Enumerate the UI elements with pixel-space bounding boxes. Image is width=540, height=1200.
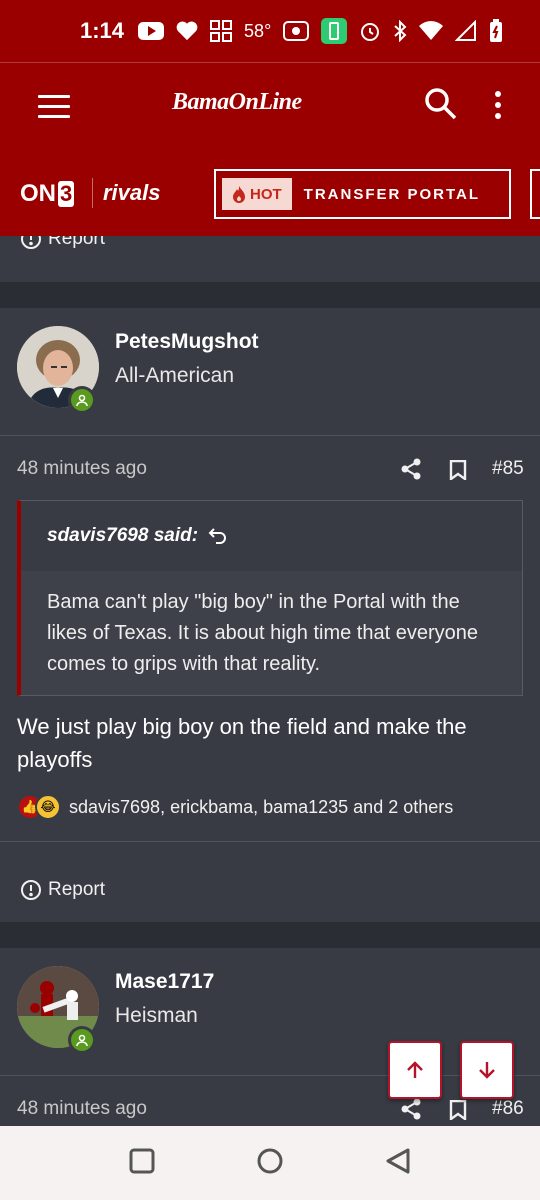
online-badge — [68, 1026, 96, 1054]
widget-icon — [210, 20, 233, 42]
status-bar: 1:14 58° — [0, 0, 540, 62]
thread-content: Report PetesMugshot All-American 48 minu… — [0, 236, 540, 1126]
post-body: We just play big boy on the field and ma… — [17, 714, 467, 772]
on3-logo[interactable]: ON 3 — [20, 180, 75, 208]
site-logo[interactable]: BamaOnLine — [172, 89, 302, 116]
menu-icon[interactable] — [38, 95, 70, 119]
square-icon[interactable] — [128, 1147, 156, 1180]
rivals-logo[interactable]: rivals — [103, 180, 161, 206]
search-icon[interactable] — [424, 87, 458, 126]
heart-icon — [176, 21, 198, 41]
report-button[interactable]: Report — [20, 879, 105, 901]
username[interactable]: Mase1717 — [115, 970, 214, 994]
share-icon[interactable] — [400, 1098, 422, 1125]
portal-label: TRANSFER PORTAL — [303, 185, 481, 203]
quote-block: sdavis7698 said: Bama can't play "big bo… — [17, 500, 523, 696]
post-meta: 48 minutes ago #86 — [0, 1076, 540, 1126]
temperature: 58° — [244, 20, 272, 41]
report-button[interactable]: Report — [20, 236, 105, 250]
laugh-icon: 😂 — [35, 794, 61, 820]
user-title: All-American — [115, 364, 235, 387]
quote-text: Bama can't play "big boy" in the Portal … — [47, 591, 478, 675]
next-promo-button[interactable] — [530, 169, 540, 219]
youtube-icon — [138, 22, 165, 40]
alarm-icon — [359, 20, 381, 42]
post: Mase1717 Heisman 48 minutes ago #86 — [0, 948, 540, 1126]
more-icon[interactable] — [490, 91, 506, 123]
back-icon[interactable] — [384, 1147, 412, 1180]
report-icon — [21, 880, 41, 900]
arrow-up-icon — [407, 1061, 423, 1078]
bluetooth-icon — [393, 20, 407, 42]
wifi-icon — [419, 21, 444, 41]
post-time[interactable]: 48 minutes ago — [17, 1098, 147, 1120]
circle-icon[interactable] — [256, 1147, 284, 1180]
post: PetesMugshot All-American 48 minutes ago… — [0, 308, 540, 922]
app-bar: BamaOnLine — [0, 62, 540, 151]
share-icon[interactable] — [400, 458, 422, 485]
post-author: PetesMugshot All-American — [0, 308, 540, 436]
signal-icon — [455, 20, 477, 42]
post-number[interactable]: #85 — [492, 458, 524, 480]
reactions-bar[interactable]: 👍 😂 sdavis7698, erickbama, bama1235 and … — [17, 794, 453, 820]
online-badge — [68, 386, 96, 414]
partner-bar: ON 3 rivals HOT TRANSFER PORTAL — [0, 150, 540, 236]
transfer-portal-button[interactable]: HOT TRANSFER PORTAL — [214, 169, 511, 219]
scroll-down-button[interactable] — [460, 1041, 514, 1099]
post-number[interactable]: #86 — [492, 1098, 524, 1120]
user-title: Heisman — [115, 1004, 198, 1027]
system-nav-bar — [0, 1126, 540, 1200]
status-time: 1:14 — [80, 18, 125, 43]
quote-author[interactable]: sdavis7698 said: — [21, 501, 522, 571]
post-author: Mase1717 Heisman — [0, 948, 540, 1076]
username[interactable]: PetesMugshot — [115, 330, 259, 354]
report-icon — [21, 236, 41, 249]
radio-icon — [283, 21, 310, 41]
arrow-down-icon — [479, 1062, 495, 1079]
hot-badge: HOT — [222, 178, 292, 210]
battery-saver-icon — [321, 18, 348, 44]
bookmark-icon[interactable] — [449, 459, 467, 485]
post-time[interactable]: 48 minutes ago — [17, 458, 147, 480]
bookmark-icon[interactable] — [449, 1099, 467, 1125]
reply-icon — [208, 528, 226, 544]
post-meta: 48 minutes ago #85 — [0, 436, 540, 498]
reactions-list: sdavis7698, erickbama, bama1235 and 2 ot… — [69, 796, 454, 817]
scroll-up-button[interactable] — [388, 1041, 442, 1099]
battery-icon — [489, 19, 503, 43]
fire-icon — [233, 186, 245, 203]
